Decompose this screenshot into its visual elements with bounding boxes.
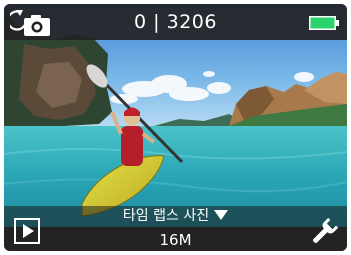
wrench-icon[interactable] <box>309 217 339 247</box>
caret-down-icon <box>214 210 229 220</box>
mode-caption[interactable]: 타임 랩스 사진 <box>4 206 347 227</box>
battery-full-icon <box>309 16 339 30</box>
photo-counter: 0 | 3206 <box>134 11 217 33</box>
resolution-label: 16M <box>159 231 192 249</box>
mode-caption-label: 타임 랩스 사진 <box>122 208 210 224</box>
camera-screen: 0 | 3206 타임 랩스 사진 16M <box>4 4 347 251</box>
